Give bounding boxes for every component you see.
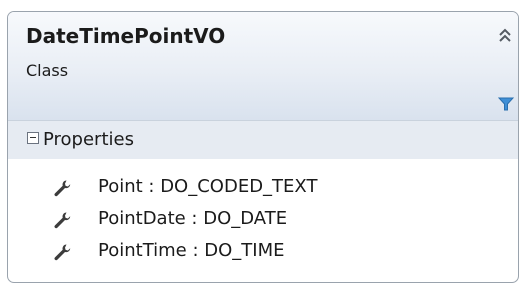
minus-box-icon[interactable] [27,132,39,144]
class-shape[interactable]: DateTimePointVO Class Properties Point :… [7,11,519,283]
property-row[interactable]: PointDate : DO_DATE [8,204,518,236]
class-name[interactable]: DateTimePointVO [26,24,225,48]
properties-section-header[interactable]: Properties [8,121,518,159]
wrench-icon [52,178,72,198]
property-row[interactable]: PointTime : DO_TIME [8,236,518,268]
filter-icon[interactable] [497,96,515,111]
properties-section-title: Properties [43,129,134,150]
property-label: Point : DO_CODED_TEXT [98,176,318,197]
property-label: PointDate : DO_DATE [98,208,288,229]
property-row[interactable]: Point : DO_CODED_TEXT [8,172,518,204]
class-stereotype: Class [26,61,69,80]
double-chevron-up-icon[interactable] [497,26,513,44]
wrench-icon [52,242,72,262]
property-label: PointTime : DO_TIME [98,240,285,261]
wrench-icon [52,210,72,230]
class-header: DateTimePointVO Class [8,12,518,121]
